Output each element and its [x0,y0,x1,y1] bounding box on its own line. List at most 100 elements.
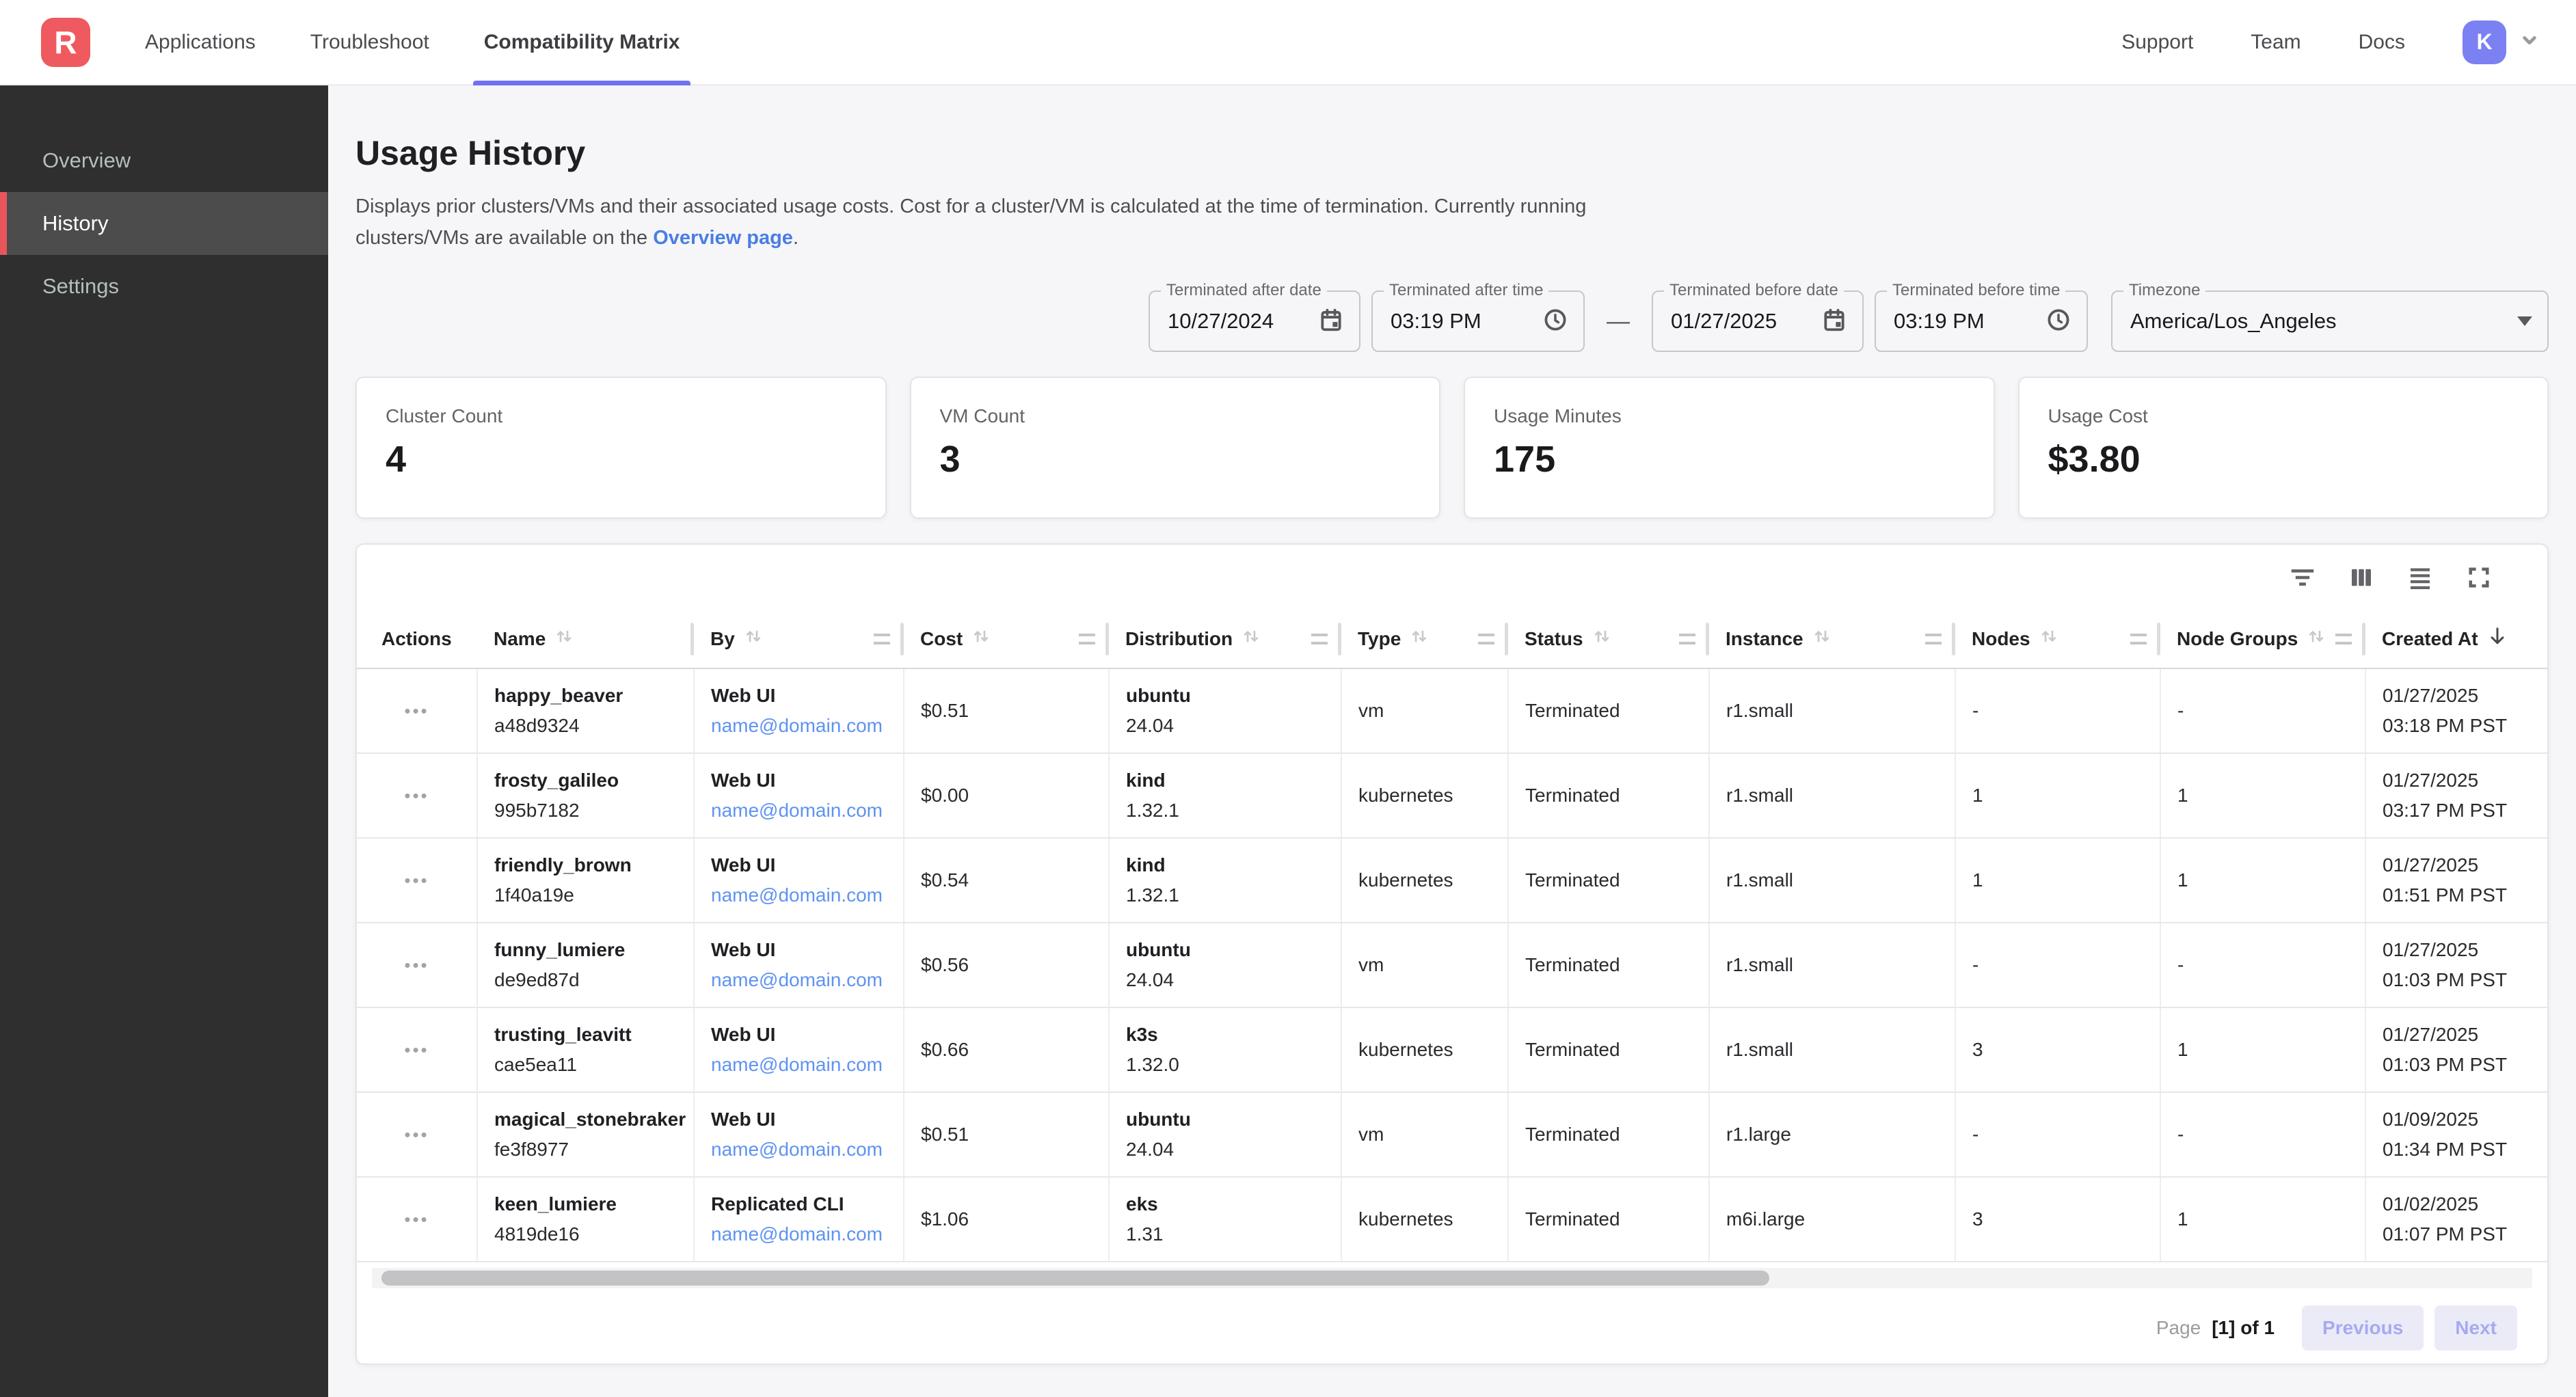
column-header[interactable]: Type [1341,610,1508,668]
column-menu-icon[interactable] [1925,634,1942,645]
column-header[interactable]: Distribution [1109,610,1341,668]
field-value: 03:19 PM [1391,309,1481,334]
type-cell: vm [1341,1092,1508,1177]
usage-history-table: Actions Name By [357,610,2547,1262]
column-header[interactable]: Cost [904,610,1109,668]
sidebar-item-settings[interactable]: Settings [0,255,328,318]
email-link[interactable]: name@domain.com [711,880,903,910]
clock-icon[interactable] [2033,307,2071,336]
column-header-label: Node Groups [2177,628,2298,650]
status-cell: Terminated [1508,838,1709,923]
column-menu-icon[interactable] [1679,634,1695,645]
row-actions-button[interactable]: ••• [404,1040,429,1060]
column-header-label: Actions [381,628,452,650]
stat-value: 175 [1494,438,1965,480]
density-icon[interactable] [2405,562,2435,593]
account-menu[interactable]: K [2463,21,2545,64]
date-range-separator: — [1607,308,1630,335]
nav-tabs: Applications Troubleshoot Compatibility … [145,0,680,84]
cost-cell: $0.51 [904,668,1109,753]
overview-page-link[interactable]: Overview page [653,227,793,249]
name-cell: friendly_brown1f40a19e [477,838,694,923]
instance-cell: r1.small [1709,753,1955,838]
nav-link-support[interactable]: Support [2121,31,2193,54]
status-cell: Terminated [1508,753,1709,838]
row-actions-cell[interactable]: ••• [357,668,477,753]
sort-icon [1239,625,1263,653]
node-groups-cell: - [2160,1092,2365,1177]
stat-value: 4 [386,438,857,480]
terminated-after-date-field[interactable]: Terminated after date 10/27/2024 [1149,290,1360,352]
terminated-before-time-field[interactable]: Terminated before time 03:19 PM [1875,290,2088,352]
created-at-cell: 01/27/202503:17 PM PST [2365,753,2547,838]
column-menu-icon[interactable] [1079,634,1095,645]
field-value: 01/27/2025 [1671,309,1777,334]
columns-icon[interactable] [2346,562,2376,593]
previous-page-button[interactable]: Previous [2302,1305,2424,1351]
horizontal-scrollbar-thumb[interactable] [381,1271,1769,1286]
row-actions-cell[interactable]: ••• [357,1007,477,1092]
row-actions-button[interactable]: ••• [404,1124,429,1145]
replicated-logo[interactable]: R [41,18,90,67]
row-actions-button[interactable]: ••• [404,1209,429,1230]
email-link[interactable]: name@domain.com [711,1219,903,1249]
column-header[interactable]: Node Groups [2160,610,2365,668]
email-link[interactable]: name@domain.com [711,1050,903,1080]
terminated-before-date-field[interactable]: Terminated before date 01/27/2025 [1652,290,1864,352]
row-actions-cell[interactable]: ••• [357,1177,477,1262]
table-row: ••• magical_stonebrakerfe3f8977 Web UIna… [357,1092,2547,1177]
row-actions-cell[interactable]: ••• [357,753,477,838]
column-header[interactable]: Name [477,610,694,668]
column-header[interactable]: Status [1508,610,1709,668]
table-row: ••• trusting_leavittcae5ea11 Web UIname@… [357,1007,2547,1092]
row-actions-cell[interactable]: ••• [357,1092,477,1177]
top-navigation: R Applications Troubleshoot Compatibilit… [0,0,2576,85]
column-header[interactable]: Nodes [1955,610,2160,668]
sidebar-item-overview[interactable]: Overview [0,129,328,192]
email-link[interactable]: name@domain.com [711,711,903,741]
email-link[interactable]: name@domain.com [711,796,903,826]
page-count: [1] of 1 [2212,1317,2275,1339]
column-menu-icon[interactable] [874,634,890,645]
column-header[interactable]: By [694,610,904,668]
column-header-label: Status [1525,628,1583,650]
row-actions-button[interactable]: ••• [404,870,429,891]
sort-icon [1590,625,1613,653]
column-menu-icon[interactable] [2130,634,2147,645]
next-page-button[interactable]: Next [2434,1305,2517,1351]
column-menu-icon[interactable] [2335,634,2352,645]
type-cell: kubernetes [1341,753,1508,838]
horizontal-scrollbar-track[interactable] [372,1268,2532,1288]
created-at-cell: 01/09/202501:34 PM PST [2365,1092,2547,1177]
nav-tab-applications[interactable]: Applications [145,0,256,84]
calendar-icon[interactable] [1306,307,1344,336]
stat-card-vm-count: VM Count 3 [910,377,1441,519]
column-menu-icon[interactable] [1478,634,1494,645]
terminated-after-time-field[interactable]: Terminated after time 03:19 PM [1371,290,1585,352]
sidebar-item-history[interactable]: History [0,192,328,255]
nav-link-team[interactable]: Team [2251,31,2300,54]
column-header[interactable]: Instance [1709,610,1955,668]
column-menu-icon[interactable] [1311,634,1328,645]
calendar-icon[interactable] [1809,307,1847,336]
nav-link-docs[interactable]: Docs [2359,31,2405,54]
row-actions-button[interactable]: ••• [404,955,429,975]
email-link[interactable]: name@domain.com [711,965,903,995]
cost-cell: $1.06 [904,1177,1109,1262]
filter-icon[interactable] [2287,562,2318,593]
row-actions-button[interactable]: ••• [404,785,429,806]
email-link[interactable]: name@domain.com [711,1135,903,1165]
avatar[interactable]: K [2463,21,2506,64]
row-actions-button[interactable]: ••• [404,701,429,721]
nav-tab-troubleshoot[interactable]: Troubleshoot [310,0,429,84]
row-actions-cell[interactable]: ••• [357,923,477,1007]
clock-icon[interactable] [1530,307,1568,336]
column-header-label: Nodes [1972,628,2030,650]
field-label: Terminated after date [1161,281,1327,300]
row-actions-cell[interactable]: ••• [357,838,477,923]
nav-tab-compatibility-matrix[interactable]: Compatibility Matrix [484,0,680,84]
stats-row: Cluster Count 4 VM Count 3 Usage Minutes… [355,377,2549,519]
timezone-select[interactable]: Timezone America/Los_Angeles [2111,290,2549,352]
column-header[interactable]: Created At [2365,610,2547,668]
fullscreen-icon[interactable] [2464,562,2494,593]
